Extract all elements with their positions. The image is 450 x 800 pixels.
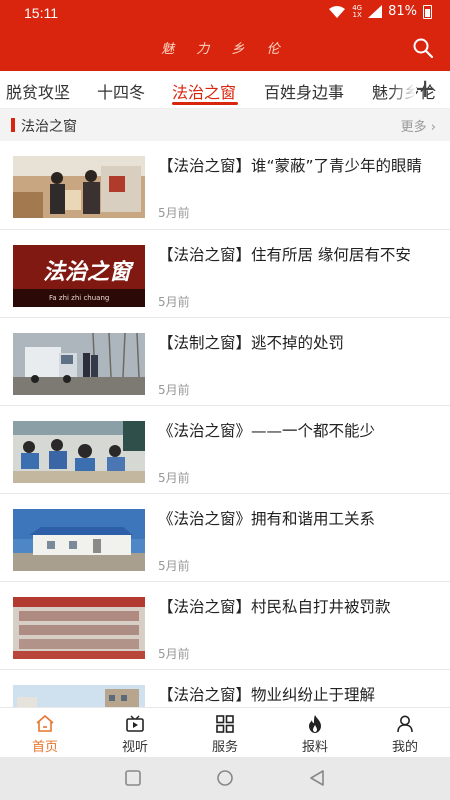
news-thumbnail <box>13 509 145 571</box>
tab-14th-winter[interactable]: 十四冬 <box>97 79 145 103</box>
tab-poverty[interactable]: 脱贫攻坚 <box>6 79 70 103</box>
news-thumbnail <box>13 421 145 483</box>
news-item[interactable]: 《法治之窗》——一个都不能少 5月前 <box>0 406 450 494</box>
system-nav-bar <box>0 757 450 800</box>
news-title: 《法治之窗》——一个都不能少 <box>158 422 376 440</box>
nav-service[interactable]: 服务 <box>180 708 270 758</box>
nav-video[interactable]: 视听 <box>90 708 180 758</box>
nav-video-label: 视听 <box>121 740 148 755</box>
news-time: 5月前 <box>158 559 190 573</box>
nav-home[interactable]: 首页 <box>0 708 90 758</box>
fire-icon <box>309 715 321 733</box>
signal-icon <box>368 5 383 18</box>
section-marker <box>11 118 15 132</box>
banner-subtext: Fa zhi zhi chuang <box>49 294 109 302</box>
news-item[interactable]: 【法治之窗】谁“蒙蔽”了青少年的眼睛 5月前 <box>0 141 450 230</box>
search-icon[interactable] <box>412 37 434 59</box>
grid-icon <box>216 715 234 733</box>
status-icons: 4G 1X 81% <box>328 4 432 19</box>
nav-mine[interactable]: 我的 <box>360 708 450 758</box>
recent-apps-icon[interactable] <box>124 769 142 787</box>
news-item[interactable]: 法治之窗 Fa zhi zhi chuang 【法治之窗】住有所居 缘何居有不安… <box>0 230 450 318</box>
news-time: 5月前 <box>158 647 190 661</box>
video-icon <box>126 715 144 732</box>
more-link[interactable]: 更多 › <box>401 116 436 135</box>
news-title: 【法治之窗】村民私自打井被罚款 <box>158 598 391 616</box>
nav-report-label: 报料 <box>301 740 328 755</box>
news-title: 【法治之窗】物业纠纷止于理解 <box>158 686 376 704</box>
home-icon <box>36 715 54 732</box>
news-thumbnail <box>13 156 145 218</box>
nav-home-label: 首页 <box>31 740 58 755</box>
section-header: 法治之窗 更多 › <box>0 109 450 141</box>
wifi-icon <box>329 5 346 18</box>
news-item[interactable]: 【法制之窗】逃不掉的处罚 5月前 <box>0 318 450 406</box>
nav-mine-label: 我的 <box>391 740 418 755</box>
active-tab-indicator <box>172 102 238 105</box>
battery-percent: 81% <box>388 4 417 19</box>
news-time: 5月前 <box>158 383 190 397</box>
news-item[interactable]: 《法治之窗》拥有和谐用工关系 5月前 <box>0 494 450 582</box>
category-tabs: 脱贫攻坚 十四冬 法治之窗 百姓身边事 魅力乡伦 + <box>0 71 450 109</box>
news-thumbnail <box>13 597 145 659</box>
status-time: 15:11 <box>24 5 58 21</box>
back-icon[interactable] <box>308 769 326 787</box>
news-item[interactable]: 【法治之窗】村民私自打井被罚款 5月前 <box>0 582 450 670</box>
news-list: 【法治之窗】谁“蒙蔽”了青少年的眼睛 5月前 法治之窗 Fa zhi zhi c… <box>0 141 450 707</box>
news-time: 5月前 <box>158 295 190 309</box>
news-thumbnail <box>13 333 145 395</box>
section-title: 法治之窗 <box>21 119 77 135</box>
news-time: 5月前 <box>158 471 190 485</box>
app-header: 15:11 4G 1X 81% 魅 力 乡 伦 <box>0 0 450 71</box>
user-icon <box>397 715 413 733</box>
home-circle-icon[interactable] <box>216 769 234 787</box>
tab-people-stories[interactable]: 百姓身边事 <box>264 79 344 103</box>
news-title: 【法治之窗】谁“蒙蔽”了青少年的眼睛 <box>158 157 423 175</box>
news-thumbnail <box>13 685 145 707</box>
tab-law-window[interactable]: 法治之窗 <box>172 79 236 103</box>
news-title: 《法治之窗》拥有和谐用工关系 <box>158 510 376 528</box>
add-tab-icon[interactable]: + <box>414 76 436 102</box>
network-type: 4G 1X <box>352 3 363 19</box>
status-bar: 15:11 4G 1X 81% <box>0 0 450 28</box>
news-item[interactable]: 【法治之窗】物业纠纷止于理解 <box>0 670 450 707</box>
nav-service-label: 服务 <box>211 740 238 755</box>
battery-icon <box>423 4 432 19</box>
news-thumbnail: 法治之窗 Fa zhi zhi chuang <box>13 245 145 307</box>
app-title: 魅 力 乡 伦 <box>161 42 289 57</box>
banner-text: 法治之窗 <box>43 259 134 285</box>
nav-report[interactable]: 报料 <box>270 708 360 758</box>
news-title: 【法制之窗】逃不掉的处罚 <box>158 334 345 352</box>
tabs-fade <box>390 71 416 108</box>
news-time: 5月前 <box>158 206 190 220</box>
news-title: 【法治之窗】住有所居 缘何居有不安 <box>158 246 411 264</box>
bottom-nav: 首页 视听 服务 报料 我的 <box>0 707 450 757</box>
